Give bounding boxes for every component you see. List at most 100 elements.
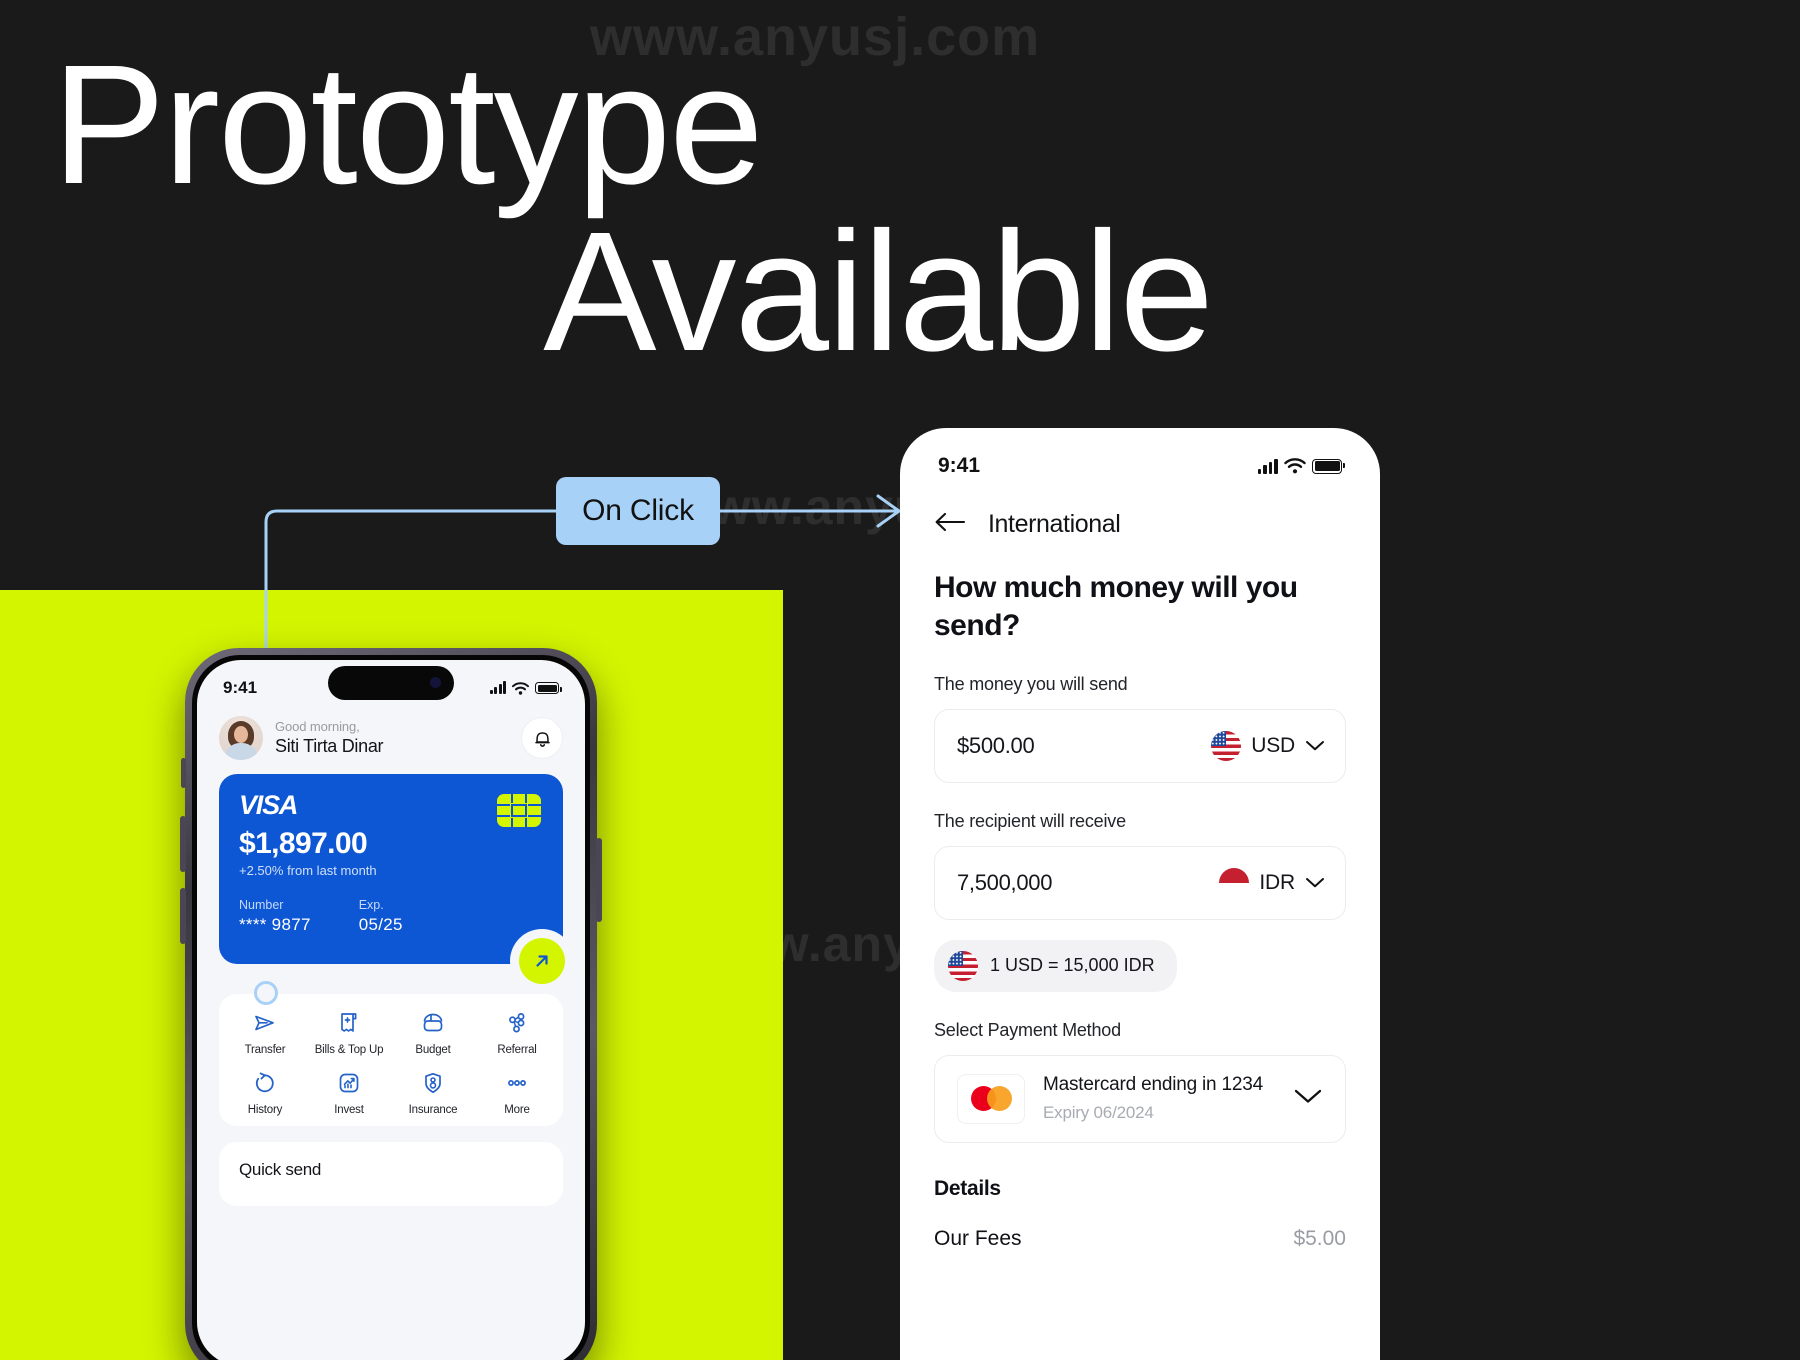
- on-click-label: On Click: [582, 494, 694, 527]
- notification-button[interactable]: [521, 717, 563, 759]
- send-amount-value[interactable]: $500.00: [957, 733, 1035, 759]
- payment-method-info: Mastercard ending in 1234 Expiry 06/2024: [1043, 1074, 1263, 1123]
- rotate-left-icon: [252, 1068, 278, 1098]
- battery-icon: [1312, 458, 1345, 474]
- details-row-fees: Our Fees $5.00: [934, 1227, 1346, 1251]
- card-expiry-label: Exp.: [358, 898, 384, 912]
- payment-method-title: Mastercard ending in 1234: [1043, 1074, 1263, 1096]
- share-nodes-icon: [504, 1008, 530, 1038]
- card-number-label: Number: [239, 898, 284, 912]
- greeting-text: Good morning,: [275, 719, 360, 734]
- flag-usa-icon: [948, 950, 978, 981]
- send-currency-selector[interactable]: USD: [1211, 730, 1325, 761]
- send-currency-code: USD: [1251, 733, 1295, 757]
- nav-bar: International: [900, 478, 1380, 539]
- headline-line-1: Prototype: [52, 30, 764, 220]
- home-screen: 9:41 Good morning, Siti Tirta Dinar VISA…: [197, 660, 585, 1360]
- card-balance: $1,897.00: [239, 827, 368, 860]
- user-name: Siti Tirta Dinar: [275, 736, 384, 756]
- menu-label: Transfer: [244, 1044, 286, 1056]
- connector-handle[interactable]: [254, 981, 278, 1005]
- send-amount-field[interactable]: $500.00 USD: [934, 708, 1346, 783]
- card-send-button[interactable]: [519, 938, 565, 984]
- quick-send-title: Quick send: [239, 1160, 322, 1179]
- phone-volume-up-button: [180, 816, 186, 872]
- chevron-down-icon: [1294, 1090, 1322, 1103]
- menu-item-invest[interactable]: Invest: [307, 1068, 391, 1116]
- receive-amount-field[interactable]: 7,500,000 IDR: [934, 845, 1346, 920]
- phone-volume-down-button: [180, 888, 186, 944]
- page-title: Prototype Available: [52, 30, 1214, 387]
- exchange-rate-text: 1 USD = 15,000 IDR: [990, 955, 1155, 976]
- avatar-face: [234, 726, 248, 743]
- transfer-form: How much money will you send? The money …: [900, 539, 1380, 1251]
- menu-item-history[interactable]: History: [223, 1068, 307, 1116]
- mastercard-icon: [957, 1073, 1025, 1124]
- card-number-block: Number **** 9877: [239, 898, 311, 935]
- menu-item-more[interactable]: More: [475, 1068, 559, 1116]
- front-camera-icon: [430, 677, 441, 688]
- card-meta: Number **** 9877 Exp. 05/25: [239, 898, 543, 935]
- fee-label: Our Fees: [934, 1226, 1022, 1250]
- bell-icon: [534, 732, 550, 747]
- phone-bezel: 9:41 Good morning, Siti Tirta Dinar VISA…: [192, 655, 590, 1360]
- receive-amount-label: The recipient will receive: [934, 810, 1126, 831]
- chevron-down-icon: [1306, 878, 1324, 888]
- dynamic-island: [328, 666, 454, 700]
- menu-item-bills-top-up[interactable]: Bills & Top Up: [307, 1008, 391, 1056]
- wifi-icon: [1284, 458, 1306, 474]
- flag-usa-icon: [1211, 730, 1242, 761]
- phone-mockup-home: 9:41 Good morning, Siti Tirta Dinar VISA…: [180, 648, 602, 1360]
- menu-item-insurance[interactable]: Insurance: [391, 1068, 475, 1116]
- menu-label: Referral: [497, 1044, 537, 1056]
- balance-card[interactable]: VISA $1,897.00 +2.50% from last month Nu…: [219, 774, 565, 984]
- receive-amount-value[interactable]: 7,500,000: [957, 870, 1052, 896]
- flag-indonesia-icon: [1219, 867, 1250, 898]
- menu-item-transfer[interactable]: Transfer: [223, 1008, 307, 1056]
- menu-label: Invest: [334, 1104, 364, 1116]
- status-bar: 9:41: [197, 660, 585, 706]
- quick-menu-card: Transfer Bills & Top Up Budget Referral …: [219, 994, 563, 1126]
- status-time: 9:41: [938, 454, 981, 477]
- form-heading: How much money will you send?: [934, 571, 1298, 643]
- headline-line-2: Available: [543, 196, 1214, 387]
- arrow-up-right-icon: [536, 955, 548, 967]
- status-bar: 9:41: [900, 428, 1380, 478]
- phone-power-button: [596, 838, 602, 922]
- back-button[interactable]: [934, 511, 966, 538]
- quick-send-card[interactable]: Quick send: [219, 1142, 563, 1206]
- phone-mockup-international: 9:41 International How much money will y…: [900, 428, 1380, 1360]
- shield-user-icon: [420, 1068, 446, 1098]
- send-plane-icon: [252, 1008, 278, 1038]
- payment-method-selector[interactable]: Mastercard ending in 1234 Expiry 06/2024: [934, 1054, 1346, 1143]
- fee-value: $5.00: [1293, 1226, 1346, 1250]
- menu-label: Insurance: [408, 1104, 458, 1116]
- receive-currency-code: IDR: [1259, 870, 1295, 894]
- status-time: 9:41: [223, 678, 258, 697]
- card-chip-icon: [497, 794, 541, 827]
- payment-method-expiry: Expiry 06/2024: [1043, 1103, 1154, 1123]
- cellular-bars-icon: [489, 681, 506, 694]
- cellular-bars-icon: [1257, 458, 1278, 474]
- page-title: International: [988, 510, 1121, 538]
- menu-item-budget[interactable]: Budget: [391, 1008, 475, 1056]
- receive-currency-selector[interactable]: IDR: [1219, 867, 1325, 898]
- card-change: +2.50% from last month: [239, 863, 377, 878]
- avatar-body: [224, 743, 258, 760]
- ellipsis-icon: [504, 1068, 530, 1098]
- card-expiry-block: Exp. 05/25: [359, 898, 403, 935]
- on-click-badge[interactable]: On Click: [556, 477, 720, 545]
- poster-canvas: www.anyusj.com www.anyusj.com www.anyusj…: [0, 0, 1800, 1360]
- home-header: Good morning, Siti Tirta Dinar: [197, 706, 585, 774]
- status-icons: [489, 681, 562, 695]
- payment-method-expand-button[interactable]: [1293, 1087, 1323, 1110]
- avatar[interactable]: [219, 716, 263, 760]
- menu-item-referral[interactable]: Referral: [475, 1008, 559, 1056]
- menu-label: Bills & Top Up: [314, 1044, 384, 1056]
- menu-label: Budget: [415, 1044, 451, 1056]
- phone-silent-switch: [181, 758, 186, 788]
- greeting-block: Good morning, Siti Tirta Dinar: [275, 719, 384, 757]
- card-expiry-value: 05/25: [358, 915, 403, 934]
- exchange-rate-pill: 1 USD = 15,000 IDR: [934, 939, 1177, 992]
- status-icons: [1257, 458, 1345, 474]
